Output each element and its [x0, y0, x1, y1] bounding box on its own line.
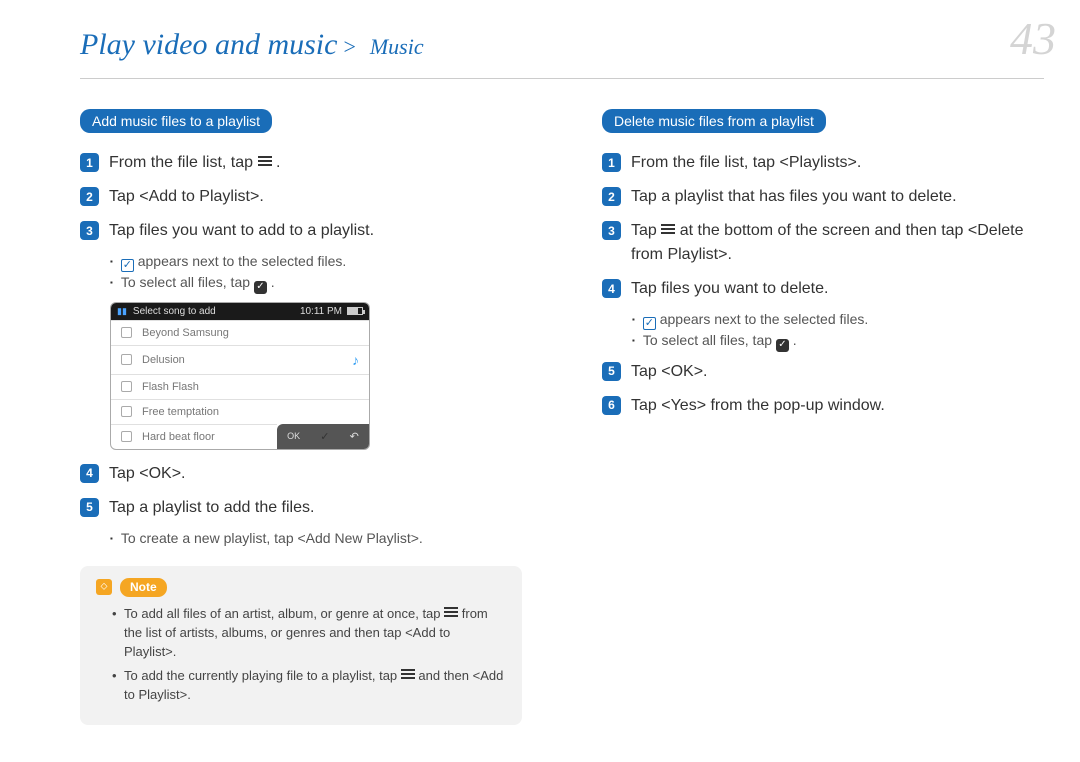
battery-icon — [347, 307, 363, 315]
step-text: Tap a playlist to add the files. — [109, 496, 522, 520]
checkbox-icon — [121, 327, 132, 338]
device-screenshot: ▮▮ Select song to add 10:11 PM Beyond Sa… — [110, 302, 370, 450]
header-rule — [80, 78, 1044, 79]
step-number: 4 — [602, 279, 621, 298]
list-item: Flash Flash — [111, 374, 369, 399]
step-number: 4 — [80, 464, 99, 483]
ok-button: OK — [287, 431, 300, 441]
step-3: 3 Tap files you want to add to a playlis… — [80, 219, 522, 243]
step-3: 3 Tap at the bottom of the screen and th… — [602, 219, 1044, 267]
section-pill-delete: Delete music files from a playlist — [602, 109, 826, 133]
device-bar-title: Select song to add — [133, 306, 216, 317]
step-number: 5 — [602, 362, 621, 381]
step-number: 2 — [80, 187, 99, 206]
list-item: Delusion♪ — [111, 345, 369, 374]
note-item: To add all files of an artist, album, or… — [112, 605, 506, 662]
list-item: Hard beat floor — [111, 424, 277, 449]
step-2: 2 Tap <Add to Playlist>. — [80, 185, 522, 209]
step-6: 6 Tap <Yes> from the pop-up window. — [602, 394, 1044, 418]
step-number: 5 — [80, 498, 99, 517]
menu-icon — [401, 667, 415, 681]
device-bar-time: 10:11 PM — [300, 306, 342, 317]
select-all-icon: ✓ — [254, 281, 267, 294]
pause-icon: ▮▮ — [117, 306, 127, 317]
step-text: Tap a playlist that has files you want t… — [631, 185, 1044, 209]
step-text: Tap — [631, 222, 661, 239]
step-number: 1 — [602, 153, 621, 172]
step-2: 2 Tap a playlist that has files you want… — [602, 185, 1044, 209]
checkbox-icon — [121, 381, 132, 392]
select-all-icon: ✓ — [776, 339, 789, 352]
menu-icon — [258, 154, 272, 168]
breadcrumb-separator: > — [343, 34, 355, 60]
step-number: 6 — [602, 396, 621, 415]
checkbox-icon — [121, 354, 132, 365]
note-cube-icon: ⬦ — [96, 579, 112, 595]
page-number: 43 — [1010, 12, 1056, 65]
step-text: Tap files you want to delete. — [631, 277, 1044, 301]
check-icon: ✓ — [121, 259, 134, 272]
step-text: From the file list, tap — [109, 154, 258, 171]
step-4: 4 Tap <OK>. — [80, 462, 522, 486]
step-number: 3 — [80, 221, 99, 240]
step-text: Tap <OK>. — [109, 462, 522, 486]
step-1: 1 From the file list, tap . — [80, 151, 522, 175]
list-item: Beyond Samsung — [111, 320, 369, 345]
list-item: Free temptation — [111, 399, 369, 424]
step-text: From the file list, tap <Playlists>. — [631, 151, 1044, 175]
step-number: 2 — [602, 187, 621, 206]
step-text: Tap <Add to Playlist>. — [109, 185, 522, 209]
breadcrumb: Play video and music > Music — [0, 0, 1080, 68]
left-column: Add music files to a playlist 1 From the… — [80, 109, 522, 725]
menu-icon — [661, 222, 675, 236]
checkbox-icon — [121, 406, 132, 417]
back-icon: ↶ — [350, 430, 359, 443]
step-5: 5 Tap <OK>. — [602, 360, 1044, 384]
music-note-icon: ♪ — [352, 352, 359, 368]
step-4: 4 Tap files you want to delete. — [602, 277, 1044, 301]
step-text: Tap <OK>. — [631, 360, 1044, 384]
device-footer: OK ✓ ↶ — [277, 424, 369, 449]
note-item: To add the currently playing file to a p… — [112, 667, 506, 705]
note-box: ⬦ Note To add all files of an artist, al… — [80, 566, 522, 726]
step-5-notes: To create a new playlist, tap <Add New P… — [110, 530, 522, 546]
step-5: 5 Tap a playlist to add the files. — [80, 496, 522, 520]
right-column: Delete music files from a playlist 1 Fro… — [602, 109, 1044, 725]
step-text: Tap files you want to add to a playlist. — [109, 219, 522, 243]
menu-icon — [444, 605, 458, 619]
checkbox-icon — [121, 431, 132, 442]
note-label: Note — [120, 578, 167, 597]
page-title: Play video and music — [80, 28, 337, 62]
step-number: 3 — [602, 221, 621, 240]
check-icon: ✓ — [643, 317, 656, 330]
section-pill-add: Add music files to a playlist — [80, 109, 272, 133]
step-3-notes: ✓ appears next to the selected files. To… — [110, 253, 522, 294]
device-status-bar: ▮▮ Select song to add 10:11 PM — [111, 303, 369, 320]
step-number: 1 — [80, 153, 99, 172]
step-text: Tap <Yes> from the pop-up window. — [631, 394, 1044, 418]
select-all-icon: ✓ — [320, 430, 329, 443]
step-1: 1 From the file list, tap <Playlists>. — [602, 151, 1044, 175]
page-subsection: Music — [370, 34, 424, 60]
step-4-notes: ✓ appears next to the selected files. To… — [632, 311, 1044, 352]
